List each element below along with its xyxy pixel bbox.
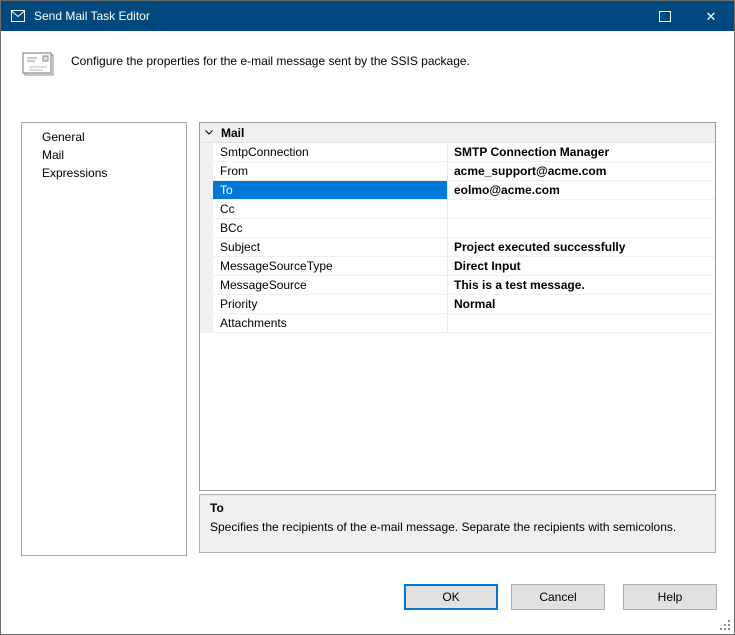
close-icon: ✕ bbox=[705, 8, 717, 24]
resize-grip[interactable] bbox=[719, 619, 731, 631]
row-indent bbox=[200, 200, 213, 218]
property-name-cell[interactable]: Attachments bbox=[213, 314, 448, 332]
property-name-cell-selected[interactable]: To bbox=[213, 181, 448, 199]
nav-item-general[interactable]: General bbox=[22, 128, 186, 146]
nav-item-expressions[interactable]: Expressions bbox=[22, 164, 186, 182]
row-indent bbox=[200, 295, 213, 313]
property-row-subject[interactable]: Subject Project executed successfully bbox=[200, 238, 715, 257]
row-indent bbox=[200, 238, 213, 256]
property-row-to[interactable]: To eolmo@acme.com bbox=[200, 181, 715, 200]
app-icon bbox=[10, 8, 26, 24]
maximize-icon bbox=[659, 10, 671, 22]
dialog-header: Configure the properties for the e-mail … bbox=[1, 31, 734, 103]
row-indent bbox=[200, 143, 213, 161]
property-row-priority[interactable]: Priority Normal bbox=[200, 295, 715, 314]
property-row-from[interactable]: From acme_support@acme.com bbox=[200, 162, 715, 181]
property-value-cell[interactable]: acme_support@acme.com bbox=[448, 162, 715, 180]
nav-item-mail[interactable]: Mail bbox=[22, 146, 186, 164]
cancel-button[interactable]: Cancel bbox=[511, 584, 605, 610]
row-indent bbox=[200, 276, 213, 294]
property-name-cell[interactable]: BCc bbox=[213, 219, 448, 237]
category-label: Mail bbox=[221, 125, 245, 140]
property-name-cell[interactable]: From bbox=[213, 162, 448, 180]
row-indent bbox=[200, 162, 213, 180]
property-row-attachments[interactable]: Attachments bbox=[200, 314, 715, 333]
close-button[interactable]: ✕ bbox=[688, 1, 734, 31]
help-button[interactable]: Help bbox=[623, 584, 717, 610]
collapse-chevron-icon[interactable] bbox=[200, 130, 218, 135]
row-indent bbox=[200, 257, 213, 275]
row-indent bbox=[200, 314, 213, 332]
page-list: General Mail Expressions bbox=[21, 122, 187, 556]
property-grid: Mail SmtpConnection SMTP Connection Mana… bbox=[199, 122, 716, 491]
property-value-cell[interactable] bbox=[448, 219, 715, 237]
property-value-cell[interactable] bbox=[448, 200, 715, 218]
row-indent bbox=[200, 181, 213, 199]
property-row-cc[interactable]: Cc bbox=[200, 200, 715, 219]
property-name-cell[interactable]: Subject bbox=[213, 238, 448, 256]
property-value-cell[interactable]: SMTP Connection Manager bbox=[448, 143, 715, 161]
property-description-panel: To Specifies the recipients of the e-mai… bbox=[199, 494, 716, 553]
property-value-cell[interactable]: eolmo@acme.com bbox=[448, 181, 715, 199]
property-name-cell[interactable]: MessageSourceType bbox=[213, 257, 448, 275]
property-value-cell[interactable]: Direct Input bbox=[448, 257, 715, 275]
send-mail-task-editor-dialog: Send Mail Task Editor ✕ Configure the pr… bbox=[0, 0, 735, 635]
property-row-smtpconnection[interactable]: SmtpConnection SMTP Connection Manager bbox=[200, 143, 715, 162]
maximize-button[interactable] bbox=[642, 1, 688, 31]
property-value-cell[interactable]: Project executed successfully bbox=[448, 238, 715, 256]
titlebar-controls: ✕ bbox=[642, 1, 734, 31]
property-name-cell[interactable]: MessageSource bbox=[213, 276, 448, 294]
row-indent bbox=[200, 219, 213, 237]
window-title: Send Mail Task Editor bbox=[34, 9, 150, 23]
property-value-cell[interactable]: Normal bbox=[448, 295, 715, 313]
property-name-cell[interactable]: Priority bbox=[213, 295, 448, 313]
property-row-messagesourcetype[interactable]: MessageSourceType Direct Input bbox=[200, 257, 715, 276]
property-name-cell[interactable]: Cc bbox=[213, 200, 448, 218]
property-row-messagesource[interactable]: MessageSource This is a test message. bbox=[200, 276, 715, 295]
property-row-bcc[interactable]: BCc bbox=[200, 219, 715, 238]
property-value-cell[interactable] bbox=[448, 314, 715, 332]
titlebar[interactable]: Send Mail Task Editor ✕ bbox=[1, 1, 734, 31]
ok-button[interactable]: OK bbox=[404, 584, 498, 610]
category-row-mail[interactable]: Mail bbox=[200, 123, 715, 143]
property-name-cell[interactable]: SmtpConnection bbox=[213, 143, 448, 161]
property-value-cell[interactable]: This is a test message. bbox=[448, 276, 715, 294]
property-description-title: To bbox=[210, 501, 224, 515]
property-description-text: Specifies the recipients of the e-mail m… bbox=[210, 520, 677, 534]
dialog-description: Configure the properties for the e-mail … bbox=[71, 54, 470, 68]
mail-task-icon bbox=[21, 49, 57, 84]
